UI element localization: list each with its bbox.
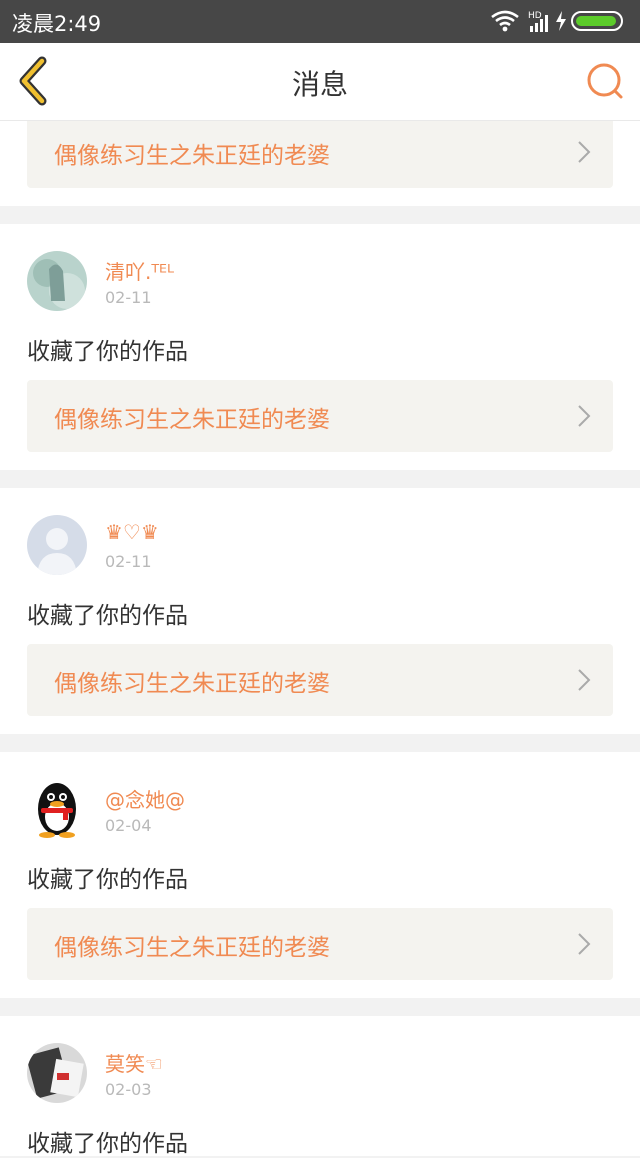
hd-badge: HD (528, 11, 542, 21)
message-card: ♛♡♛ 02-11 收藏了你的作品 偶像练习生之朱正廷的老婆 (0, 488, 640, 734)
battery-icon (571, 11, 623, 31)
username[interactable]: @念她@ (105, 784, 185, 813)
chevron-right-icon (578, 141, 591, 163)
wifi-icon (491, 10, 519, 32)
avatar[interactable] (27, 515, 87, 575)
message-date: 02-11 (105, 552, 152, 571)
status-icons: HD (490, 8, 628, 34)
avatar[interactable] (27, 251, 87, 311)
page-title: 消息 (291, 68, 348, 101)
message-date: 02-04 (105, 816, 152, 835)
action-text: 收藏了你的作品 (27, 867, 188, 893)
nav-bar: 消息 (0, 43, 640, 121)
work-title: 偶像练习生之朱正廷的老婆 (54, 671, 330, 697)
work-link[interactable]: 偶像练习生之朱正廷的老婆 (27, 908, 613, 980)
work-title: 偶像练习生之朱正廷的老婆 (54, 143, 330, 169)
message-card: @念她@ 02-04 收藏了你的作品 偶像练习生之朱正廷的老婆 (0, 752, 640, 998)
message-card: 清吖.ᵀᴱᴸ 02-11 收藏了你的作品 偶像练习生之朱正廷的老婆 (0, 224, 640, 470)
chevron-right-icon (578, 933, 591, 955)
avatar[interactable] (27, 1043, 87, 1103)
message-card: 莫笑☜ 02-03 收藏了你的作品 (0, 1016, 640, 1157)
status-bar: 凌晨2:49 HD (0, 0, 640, 43)
work-link[interactable]: 偶像练习生之朱正廷的老婆 (27, 644, 613, 716)
action-text: 收藏了你的作品 (27, 339, 188, 365)
username[interactable]: 清吖.ᵀᴱᴸ (105, 256, 174, 285)
status-time: 凌晨2:49 (12, 12, 102, 36)
search-icon (587, 63, 623, 99)
chevron-right-icon (578, 669, 591, 691)
default-person-icon (27, 515, 87, 575)
photo-avatar-icon (27, 251, 87, 311)
action-text: 收藏了你的作品 (27, 1131, 188, 1157)
work-title: 偶像练习生之朱正廷的老婆 (54, 935, 330, 961)
charging-bolt-icon (556, 11, 566, 31)
work-link[interactable]: 偶像练习生之朱正廷的老婆 (27, 380, 613, 452)
work-link[interactable]: 偶像练习生之朱正廷的老婆 (27, 116, 613, 188)
action-text: 收藏了你的作品 (27, 603, 188, 629)
photo-avatar-icon (27, 1043, 87, 1103)
chevron-right-icon (578, 405, 591, 427)
username[interactable]: 莫笑☜ (105, 1048, 163, 1077)
username[interactable]: ♛♡♛ (105, 520, 159, 544)
message-date: 02-11 (105, 288, 152, 307)
message-card: 偶像练习生之朱正廷的老婆 (0, 116, 640, 206)
work-title: 偶像练习生之朱正廷的老婆 (54, 407, 330, 433)
message-date: 02-03 (105, 1080, 152, 1099)
avatar[interactable] (27, 779, 87, 839)
search-button[interactable] (586, 62, 624, 100)
qq-penguin-icon (27, 779, 87, 839)
